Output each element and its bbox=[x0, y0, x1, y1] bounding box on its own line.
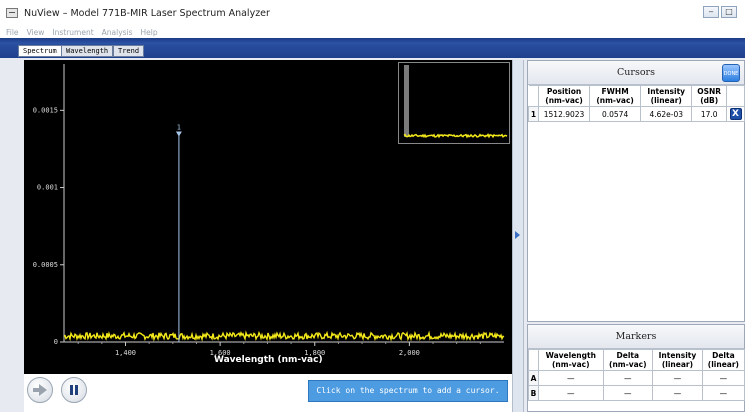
minimap-trace bbox=[403, 132, 508, 139]
marker-cell: — bbox=[652, 385, 703, 401]
window-controls: ‒ □ bbox=[703, 6, 737, 18]
cursors-title: Cursors bbox=[617, 67, 655, 78]
row-index: B bbox=[528, 385, 539, 401]
maximize-icon[interactable]: □ bbox=[721, 6, 737, 18]
x-axis-label: Wavelength (nm-vac) bbox=[214, 355, 323, 365]
y-tick-label: 0 bbox=[54, 338, 58, 346]
marker-cell: — bbox=[602, 370, 654, 386]
marker-cell: — bbox=[701, 385, 745, 401]
header-line: (linear) bbox=[707, 360, 739, 369]
marker-cell: — bbox=[538, 370, 604, 386]
row-index: A bbox=[528, 370, 539, 386]
table-row[interactable]: B — — — — bbox=[528, 385, 745, 401]
play-arrow-icon bbox=[33, 384, 47, 396]
header-line: (linear) bbox=[650, 96, 682, 105]
tab-bar: Spectrum Wavelength Trend bbox=[0, 44, 745, 58]
header-line: Intensity bbox=[658, 351, 697, 360]
app-icon bbox=[6, 8, 18, 18]
header-line: (nm-vac) bbox=[551, 360, 590, 369]
marker-cell: — bbox=[538, 385, 604, 401]
osnr-header[interactable]: OSNR (dB) bbox=[691, 85, 727, 107]
delete-cursor-button[interactable]: X bbox=[729, 108, 742, 120]
overview-chart bbox=[403, 65, 508, 139]
minimize-icon[interactable]: ‒ bbox=[703, 6, 719, 18]
spectrum-trace bbox=[63, 330, 505, 342]
cursors-header: Cursors DONE bbox=[528, 61, 744, 85]
header-line: FWHM bbox=[601, 87, 629, 96]
play-button[interactable] bbox=[27, 377, 53, 403]
menu-help[interactable]: Help bbox=[141, 28, 158, 37]
delta-wavelength-header: Delta (nm-vac) bbox=[602, 349, 654, 371]
y-tick-label: 0.0005 bbox=[33, 261, 58, 269]
marker-cell: — bbox=[602, 385, 654, 401]
menu-instrument[interactable]: Instrument bbox=[52, 28, 93, 37]
delta-intensity-header: Delta (linear) bbox=[701, 349, 745, 371]
overview-minimap[interactable] bbox=[398, 62, 510, 144]
cursors-table: Position (nm-vac) FWHM (nm-vac) Intensity(… bbox=[528, 85, 745, 122]
expand-arrow-icon[interactable] bbox=[515, 231, 520, 239]
index-header bbox=[528, 349, 539, 371]
cursor-label: 1 bbox=[177, 124, 181, 132]
x-tick-label: 2,000 bbox=[399, 349, 420, 357]
position-cell: 1512.9023 bbox=[537, 106, 591, 122]
menu-analysis[interactable]: Analysis bbox=[102, 28, 133, 37]
delete-header bbox=[726, 85, 745, 107]
marker-cell: — bbox=[701, 370, 745, 386]
y-tick-label: 0.0015 bbox=[33, 106, 58, 114]
delete-cell: X bbox=[726, 106, 745, 122]
intensity-cell: 4.62e-03 bbox=[640, 106, 693, 122]
menu-view[interactable]: View bbox=[27, 28, 45, 37]
cursors-panel: Cursors DONE Position (nm-vac) FWHM (nm-va… bbox=[527, 60, 745, 322]
table-row[interactable]: 1 1512.9023 0.0574 4.62e-03 17.0 X bbox=[528, 106, 745, 122]
wavelength-header: Wavelength (nm-vac) bbox=[538, 349, 604, 371]
index-header bbox=[528, 85, 539, 107]
tab-wavelength[interactable]: Wavelength bbox=[61, 45, 114, 57]
header-line: Delta bbox=[712, 351, 735, 360]
menu-file[interactable]: File bbox=[6, 28, 19, 37]
header-line: (linear) bbox=[661, 360, 694, 369]
tab-trend[interactable]: Trend bbox=[113, 45, 145, 57]
pause-icon bbox=[70, 385, 78, 395]
tab-spectrum[interactable]: Spectrum bbox=[18, 45, 62, 57]
markers-title: Markers bbox=[615, 331, 657, 342]
marker-intensity-header: Intensity (linear) bbox=[652, 349, 703, 371]
header-line: (nm-vac) bbox=[545, 96, 583, 105]
marker-cell: — bbox=[652, 370, 703, 386]
pause-button[interactable] bbox=[61, 377, 87, 403]
header-line: Position bbox=[546, 87, 582, 96]
table-row[interactable]: A — — — — bbox=[528, 370, 745, 386]
menu-bar: File View Instrument Analysis Help bbox=[0, 26, 745, 38]
header-line: (nm-vac) bbox=[596, 96, 634, 105]
markers-table: Wavelength (nm-vac) Delta (nm-vac) Intensi… bbox=[528, 349, 745, 401]
header-line: Intensity bbox=[647, 87, 686, 96]
fwhm-cell: 0.0574 bbox=[589, 106, 642, 122]
minimap-viewport-bar bbox=[404, 65, 409, 137]
y-tick-label: 0.001 bbox=[37, 184, 58, 192]
intensity-header[interactable]: Intensity (linear) bbox=[640, 85, 693, 107]
done-button[interactable]: DONE bbox=[722, 64, 740, 82]
header-line: (nm-vac) bbox=[609, 360, 647, 369]
markers-header: Markers bbox=[528, 325, 744, 349]
cursor-hint: Click on the spectrum to add a cursor. bbox=[308, 380, 508, 402]
markers-panel: Markers Wavelength (nm-vac) Delta (nm-vac)… bbox=[527, 324, 745, 412]
header-line: OSNR bbox=[697, 87, 722, 96]
osnr-cell: 17.0 bbox=[691, 106, 727, 122]
position-header[interactable]: Position (nm-vac) bbox=[537, 85, 591, 107]
header-line: Delta bbox=[616, 351, 640, 360]
fwhm-header[interactable]: FWHM (nm-vac) bbox=[589, 85, 642, 107]
header-line: Wavelength bbox=[545, 351, 596, 360]
row-index: 1 bbox=[528, 106, 539, 122]
title-bar: NuView – Model 771B-MIR Laser Spectrum A… bbox=[0, 0, 745, 26]
window-title: NuView – Model 771B-MIR Laser Spectrum A… bbox=[24, 7, 270, 19]
header-line: (dB) bbox=[700, 96, 719, 105]
x-tick-label: 1,400 bbox=[115, 349, 136, 357]
cursor-marker bbox=[175, 131, 182, 137]
